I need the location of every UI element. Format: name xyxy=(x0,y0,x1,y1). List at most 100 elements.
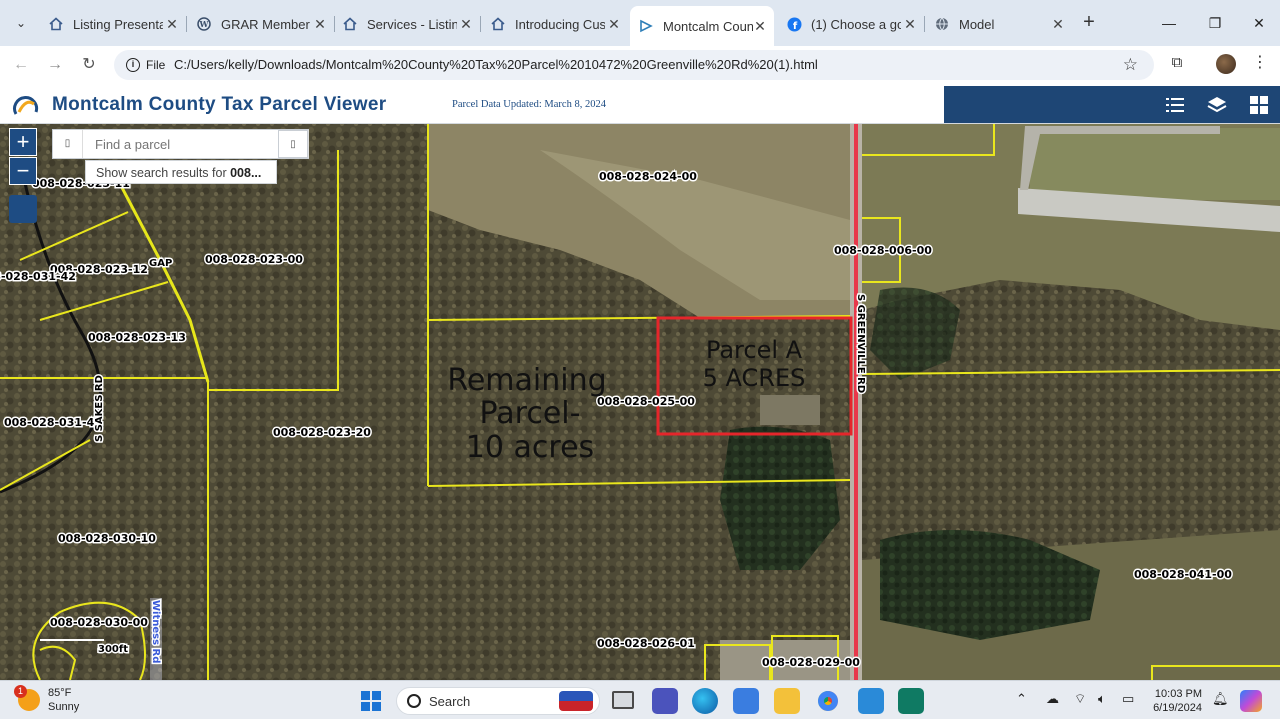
teams-icon[interactable] xyxy=(652,688,678,714)
tab-label: GRAR Member - xyxy=(221,16,311,32)
browser-tab[interactable]: W GRAR Member - ✕ xyxy=(188,8,335,40)
search-suggestion[interactable]: Show search results for 008... xyxy=(85,160,277,184)
parcel-label[interactable]: 008-028-006-00 xyxy=(833,243,934,259)
extensions-icon[interactable]: ⧉ xyxy=(1166,52,1188,74)
search-submit-icon[interactable]: ▯ xyxy=(278,130,308,158)
restore-icon[interactable]: ❐ xyxy=(1204,12,1226,34)
cloud-icon[interactable]: ☁ xyxy=(1046,691,1059,707)
close-tab-icon[interactable]: ✕ xyxy=(606,16,622,32)
browser-tab[interactable]: Model ✕ xyxy=(926,8,1072,40)
notifications-bell-icon[interactable]: 🔔︎ xyxy=(1212,691,1229,707)
search-input[interactable] xyxy=(95,135,265,153)
browser-tab[interactable]: f (1) Choose a go ✕ xyxy=(778,8,925,40)
minimize-icon[interactable]: — xyxy=(1158,12,1180,34)
parcel-label[interactable]: 008-028-031-43 xyxy=(3,415,104,431)
house-icon xyxy=(342,16,358,32)
tab-label: Montcalm Count xyxy=(663,18,753,34)
bookmark-star-icon[interactable]: ☆ xyxy=(1123,55,1138,75)
remaining-parcel-line3: 10 acres xyxy=(466,430,594,465)
tab-label: Listing Presentat xyxy=(73,16,163,32)
windows-start-icon[interactable] xyxy=(358,688,384,714)
copilot-icon[interactable] xyxy=(1240,690,1262,712)
parcel-label[interactable]: 008-028-025-00 xyxy=(596,394,697,410)
weather-temp: 85°F xyxy=(48,687,72,699)
parcel-label[interactable]: 008-028-026-01 xyxy=(596,636,697,652)
chrome-icon[interactable] xyxy=(815,688,841,714)
address-url[interactable]: C:/Users/kelly/Downloads/Montcalm%20Coun… xyxy=(174,57,818,72)
parcel-label[interactable]: 008-028-030-10 xyxy=(57,531,158,547)
back-icon[interactable]: ← xyxy=(10,54,32,76)
parcel-label[interactable]: 008-028-031-42 xyxy=(0,269,77,285)
address-bar[interactable]: i File C:/Users/kelly/Downloads/Montcalm… xyxy=(114,50,1154,80)
clock-date: 6/19/2024 xyxy=(1153,702,1202,714)
browser-tab-active[interactable]: Montcalm Count ✕ xyxy=(630,6,774,46)
house-icon xyxy=(490,16,506,32)
parcel-label[interactable]: 008-028-023-00 xyxy=(204,252,305,268)
layers-icon[interactable] xyxy=(1206,94,1228,116)
browser-tab[interactable]: Introducing Cust ✕ xyxy=(482,8,628,40)
forward-icon[interactable]: → xyxy=(44,54,66,76)
store-icon[interactable] xyxy=(733,688,759,714)
road-label-sakes: S SAKES RD xyxy=(94,375,105,442)
search-icon xyxy=(407,694,421,708)
browser-tab[interactable]: Services - Listing ✕ xyxy=(334,8,481,40)
close-tab-icon[interactable]: ✕ xyxy=(312,16,328,32)
parcel-label[interactable]: 008-028-024-00 xyxy=(598,169,699,185)
parcel-label[interactable]: 008-028-041-00 xyxy=(1133,567,1234,583)
task-view-icon[interactable] xyxy=(612,691,634,709)
taskbar-search[interactable]: Search xyxy=(396,687,600,715)
file-explorer-icon[interactable] xyxy=(774,688,800,714)
close-tab-icon[interactable]: ✕ xyxy=(752,18,768,34)
battery-icon[interactable]: ▭ xyxy=(1122,691,1134,707)
map-label-layer: 008-028-023-11 008-028-023-12 008-028-02… xyxy=(0,169,1234,671)
close-tab-icon[interactable]: ✕ xyxy=(164,16,180,32)
map-view[interactable]: 008-028-023-11 008-028-023-12 008-028-02… xyxy=(0,124,1280,680)
tab-search-icon[interactable]: ⌄ xyxy=(8,10,34,36)
parcel-label[interactable]: 008-028-029-00 xyxy=(761,655,862,671)
close-tab-icon[interactable]: ✕ xyxy=(458,16,474,32)
suggestion-term: 008... xyxy=(230,166,262,180)
close-tab-icon[interactable]: ✕ xyxy=(902,16,918,32)
remaining-parcel-line1: Remaining xyxy=(447,363,606,398)
house-icon xyxy=(48,16,64,32)
search-highlight-icon xyxy=(559,691,593,711)
search-source-icon[interactable]: ▯ xyxy=(53,130,83,158)
zoom-out-button[interactable]: − xyxy=(9,157,37,185)
new-tab-button[interactable]: + xyxy=(1078,12,1100,34)
list-icon[interactable] xyxy=(1164,94,1186,116)
close-tab-icon[interactable]: ✕ xyxy=(1050,16,1066,32)
home-extent-button[interactable] xyxy=(9,195,37,223)
show-hidden-icons[interactable]: ⌃ xyxy=(1016,691,1027,707)
close-window-icon[interactable]: ✕ xyxy=(1248,12,1270,34)
windows-taskbar: 1 85°F Sunny Search ⌃ ☁ ⌔ 🔈︎ ▭ 10:03 PM … xyxy=(0,680,1280,719)
zoom-in-button[interactable]: + xyxy=(9,128,37,156)
browser-tab[interactable]: Listing Presentat ✕ xyxy=(40,8,187,40)
parcel-a-acres: 5 ACRES xyxy=(703,364,806,392)
wifi-icon[interactable]: ⌔ xyxy=(1074,691,1086,707)
edge-icon[interactable] xyxy=(692,688,718,714)
profile-avatar[interactable] xyxy=(1216,54,1236,74)
volume-icon[interactable]: 🔈︎ xyxy=(1098,691,1106,707)
parcel-label[interactable]: 008-028-023-20 xyxy=(272,425,373,441)
road-label-witness: Witness Rd xyxy=(150,600,161,663)
basemap-grid-icon[interactable] xyxy=(1248,94,1270,116)
taskbar-search-label: Search xyxy=(429,694,471,709)
browser-menu-icon[interactable]: ⋮ xyxy=(1252,52,1268,74)
svg-text:f: f xyxy=(792,21,797,32)
reload-icon[interactable]: ↻ xyxy=(78,54,100,76)
weather-widget[interactable]: 1 85°F Sunny xyxy=(14,685,79,714)
system-clock[interactable]: 10:03 PM 6/19/2024 xyxy=(1150,687,1202,715)
notification-badge: 1 xyxy=(14,685,27,698)
site-info-button[interactable]: i File xyxy=(120,54,171,76)
parcel-label[interactable]: 008-028-023-13 xyxy=(87,330,188,346)
map-icon xyxy=(638,18,654,34)
county-logo xyxy=(13,96,39,115)
publisher-icon[interactable] xyxy=(898,688,924,714)
parcel-a-title: Parcel A xyxy=(706,336,803,364)
parcel-label[interactable]: 008-028-030-00 xyxy=(49,615,150,631)
globe-icon xyxy=(934,16,950,32)
app-header: Montcalm County Tax Parcel Viewer Parcel… xyxy=(0,86,1280,124)
info-icon: i xyxy=(126,58,140,72)
photos-icon[interactable] xyxy=(858,688,884,714)
remaining-parcel-line2: Parcel- xyxy=(480,396,581,431)
